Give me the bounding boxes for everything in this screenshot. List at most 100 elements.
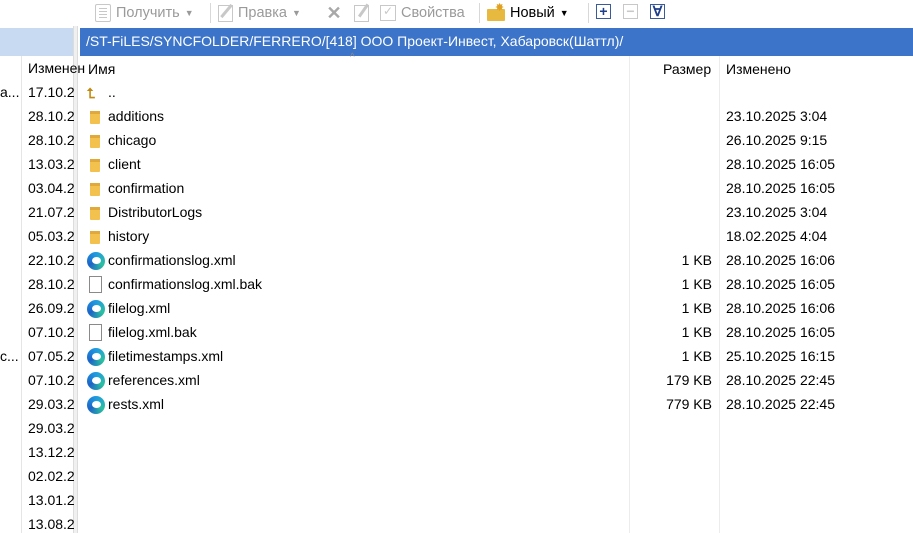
left-row-modified[interactable]: 28.10.2 bbox=[28, 108, 75, 124]
file-name: .. bbox=[108, 84, 116, 100]
file-row[interactable]: client 28.10.2025 16:05 bbox=[80, 153, 913, 177]
left-row-modified[interactable]: 22.10.2 bbox=[28, 252, 75, 268]
file-name: confirmationslog.xml bbox=[108, 252, 236, 268]
file-row[interactable]: filelog.xml 1 KB 28.10.2025 16:06 bbox=[80, 297, 913, 321]
right-path-bar[interactable]: /ST-FiLES/SYNCFOLDER/FERRERO/[418] ООО П… bbox=[80, 28, 913, 56]
current-path: /ST-FiLES/SYNCFOLDER/FERRERO/[418] ООО П… bbox=[86, 33, 624, 49]
file-row[interactable]: confirmation 28.10.2025 16:05 bbox=[80, 177, 913, 201]
delete-icon: ✕ bbox=[326, 3, 342, 23]
left-row-modified[interactable]: 07.10.2 bbox=[28, 372, 75, 388]
left-row-modified[interactable]: 13.12.2 bbox=[28, 444, 75, 460]
file-row[interactable]: additions 23.10.2025 3:04 bbox=[80, 105, 913, 129]
file-row[interactable]: filetimestamps.xml 1 KB 25.10.2025 16:15 bbox=[80, 345, 913, 369]
file-modified: 28.10.2025 16:05 bbox=[726, 276, 835, 292]
new-folder-icon: ✸ bbox=[487, 2, 505, 21]
edge-browser-icon bbox=[87, 348, 105, 366]
file-modified: 23.10.2025 3:04 bbox=[726, 108, 828, 124]
unselect-files-button[interactable]: − bbox=[623, 4, 638, 19]
file-row[interactable]: DistributorLogs 23.10.2025 3:04 bbox=[80, 201, 913, 225]
left-row-modified[interactable]: 13.03.2 bbox=[28, 156, 75, 172]
left-row-modified[interactable]: 13.01.2 bbox=[28, 492, 75, 508]
left-row-modified[interactable]: 28.10.2 bbox=[28, 132, 75, 148]
file-name: confirmationslog.xml.bak bbox=[108, 276, 263, 292]
properties-label: Свойства bbox=[401, 5, 465, 21]
file-size: 1 KB bbox=[681, 252, 712, 268]
file-modified: 26.10.2025 9:15 bbox=[726, 132, 828, 148]
edge-browser-icon bbox=[87, 252, 105, 270]
sort-ascending-icon: ^ bbox=[350, 52, 355, 63]
toolbar-separator bbox=[210, 3, 211, 23]
rename-icon bbox=[354, 4, 369, 22]
file-icon bbox=[89, 276, 102, 293]
left-row-modified[interactable]: 17.10.2 bbox=[28, 84, 75, 100]
left-row-modified[interactable]: 02.02.2 bbox=[28, 468, 75, 484]
file-row[interactable]: references.xml 179 KB 28.10.2025 22:45 bbox=[80, 369, 913, 393]
file-name: history bbox=[108, 228, 150, 244]
file-row[interactable]: filelog.xml.bak 1 KB 28.10.2025 16:05 bbox=[80, 321, 913, 345]
file-row[interactable]: chicago 26.10.2025 9:15 bbox=[80, 129, 913, 153]
file-modified: 28.10.2025 22:45 bbox=[726, 372, 835, 388]
file-size: 179 KB bbox=[666, 372, 712, 388]
left-row-modified[interactable]: 29.03.2 bbox=[28, 420, 75, 436]
delete-button[interactable]: ✕ bbox=[326, 0, 342, 26]
file-name: references.xml bbox=[108, 372, 200, 388]
file-name: filelog.xml bbox=[108, 300, 171, 316]
column-header-modified[interactable]: Изменено bbox=[726, 61, 791, 77]
left-row-modified[interactable]: 21.07.2 bbox=[28, 204, 75, 220]
left-row-modified[interactable]: 05.03.2 bbox=[28, 228, 75, 244]
file-size: 1 KB bbox=[681, 300, 712, 316]
left-row-modified[interactable]: 07.05.2 bbox=[28, 348, 75, 364]
toolbar: Получить ▼ Правка ▼ ✕ Свойства ✸ Новый ▼… bbox=[0, 0, 913, 26]
column-header-size[interactable]: Размер bbox=[663, 61, 711, 77]
edge-browser-icon bbox=[87, 396, 105, 414]
left-row-modified[interactable]: 07.10.2 bbox=[28, 324, 75, 340]
edit-label: Правка bbox=[238, 5, 287, 21]
left-row-name-fragment[interactable]: c... bbox=[0, 348, 19, 364]
filter-button[interactable]: ∀ bbox=[650, 4, 665, 19]
left-row-modified[interactable]: 26.09.2 bbox=[28, 300, 75, 316]
file-name: rests.xml bbox=[108, 396, 164, 412]
properties-button[interactable]: Свойства bbox=[380, 0, 465, 26]
edge-browser-icon bbox=[87, 372, 105, 390]
left-row-modified[interactable]: 13.08.2 bbox=[28, 516, 75, 532]
left-column-header-modified[interactable]: Изменен bbox=[28, 60, 85, 76]
folder-icon bbox=[87, 180, 105, 198]
parent-folder-icon bbox=[87, 84, 105, 102]
get-label: Получить bbox=[116, 5, 180, 21]
file-modified: 28.10.2025 16:05 bbox=[726, 156, 835, 172]
get-button[interactable]: Получить ▼ bbox=[95, 0, 194, 26]
file-name: client bbox=[108, 156, 141, 172]
file-name: filelog.xml.bak bbox=[108, 324, 197, 340]
rename-button[interactable] bbox=[354, 0, 369, 26]
file-modified: 18.02.2025 4:04 bbox=[726, 228, 828, 244]
left-row-modified[interactable]: 28.10.2 bbox=[28, 276, 75, 292]
file-modified: 28.10.2025 16:05 bbox=[726, 180, 835, 196]
folder-icon bbox=[87, 156, 105, 174]
left-row-modified[interactable]: 03.04.2 bbox=[28, 180, 75, 196]
folder-icon bbox=[87, 228, 105, 246]
file-row[interactable]: confirmationslog.xml 1 KB 28.10.2025 16:06 bbox=[80, 249, 913, 273]
new-button[interactable]: ✸ Новый ▼ bbox=[487, 0, 569, 26]
file-name: DistributorLogs bbox=[108, 204, 203, 220]
edit-button[interactable]: Правка ▼ bbox=[218, 0, 301, 26]
left-row-name-fragment[interactable]: a... bbox=[0, 84, 19, 100]
download-icon bbox=[95, 4, 111, 22]
file-modified: 28.10.2025 16:05 bbox=[726, 324, 835, 340]
edge-browser-icon bbox=[87, 300, 105, 318]
column-header-name[interactable]: Имя bbox=[88, 61, 115, 77]
file-size: 1 KB bbox=[681, 348, 712, 364]
file-row[interactable]: confirmationslog.xml.bak 1 KB 28.10.2025 1… bbox=[80, 273, 913, 297]
file-size: 1 KB bbox=[681, 276, 712, 292]
folder-icon bbox=[87, 132, 105, 150]
file-row[interactable]: .. bbox=[80, 81, 913, 105]
file-modified: 28.10.2025 16:06 bbox=[726, 300, 835, 316]
left-row-modified[interactable]: 29.03.2 bbox=[28, 396, 75, 412]
folder-icon bbox=[87, 108, 105, 126]
left-path-bar[interactable] bbox=[0, 28, 73, 56]
chevron-down-icon: ▼ bbox=[184, 8, 194, 18]
file-row[interactable]: history 18.02.2025 4:04 bbox=[80, 225, 913, 249]
left-file-list[interactable] bbox=[0, 56, 73, 533]
file-row[interactable]: rests.xml 779 KB 28.10.2025 22:45 bbox=[80, 393, 913, 417]
select-files-button[interactable]: + bbox=[596, 4, 611, 19]
properties-icon bbox=[380, 4, 396, 21]
